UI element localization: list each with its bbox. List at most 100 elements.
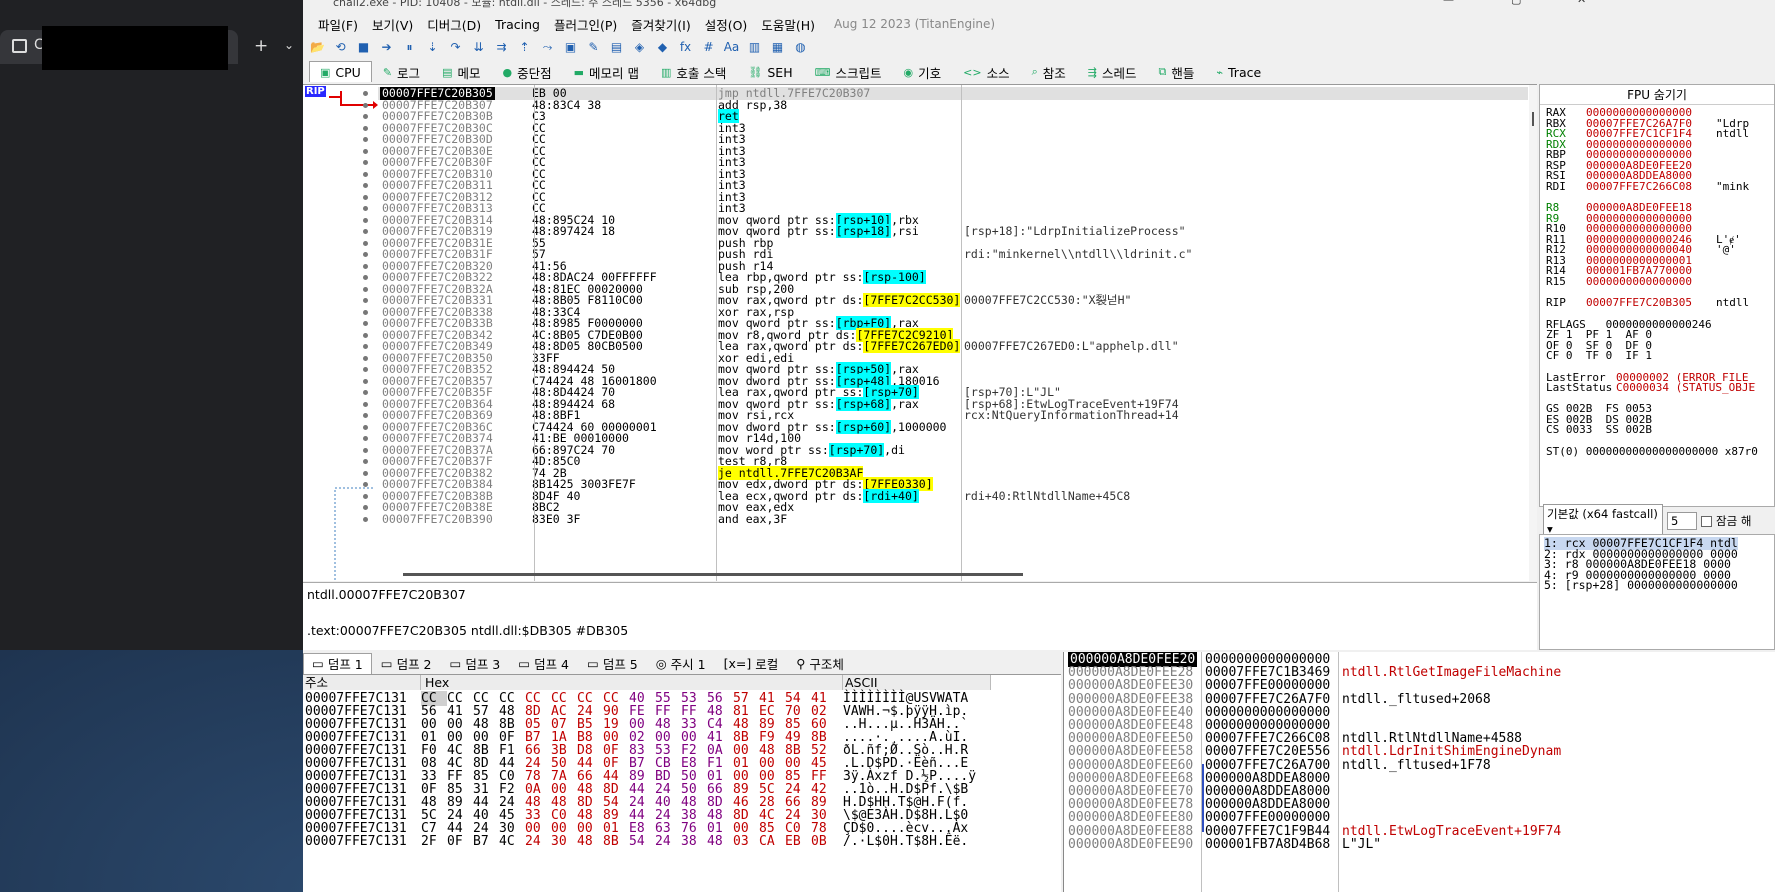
hex-byte[interactable]: 38 <box>681 834 707 849</box>
hex-byte[interactable]: 4C <box>499 834 525 849</box>
breakpoint-dot[interactable] <box>363 171 368 177</box>
breakpoint-dot[interactable] <box>363 424 368 430</box>
menu-item[interactable]: 파일(F) <box>311 15 365 34</box>
breakpoint-dot[interactable] <box>363 482 368 487</box>
hash-icon[interactable]: # <box>700 39 717 56</box>
trace-into-icon[interactable]: ⇊ <box>470 39 487 56</box>
tab-구조체[interactable]: ⚲ 구조체 <box>787 653 853 674</box>
new-tab-button[interactable]: + <box>254 36 268 56</box>
breakpoint-dot[interactable] <box>363 125 368 131</box>
menu-item[interactable]: 플러그인(P) <box>547 15 624 34</box>
breakpoint-dot[interactable] <box>363 436 368 441</box>
stack-arguments-panel[interactable]: 1: rcx 00007FFE7C1CF1F4 ntdl 2: rdx 00000… <box>1539 534 1775 650</box>
breakpoint-dot[interactable] <box>363 401 368 407</box>
tab-symbols[interactable]: ◉ 기호 <box>893 61 953 82</box>
breakpoint-dot[interactable] <box>363 217 368 223</box>
breakpoint-dot[interactable] <box>363 344 368 349</box>
breakpoint-dot[interactable] <box>363 102 368 108</box>
tab-cpu[interactable]: ▣ CPU <box>309 61 372 82</box>
breakpoint-dot[interactable] <box>363 263 368 269</box>
step-over-icon[interactable]: ↷ <box>447 39 464 56</box>
fpu-toggle-button[interactable]: FPU 숨기기 <box>1540 85 1774 105</box>
breakpoint-dot[interactable] <box>363 413 368 418</box>
comment-icon[interactable]: ▤ <box>608 39 625 56</box>
tab-memory-map[interactable]: ▬ 메모리 맵 <box>563 61 650 82</box>
tab-주시-1[interactable]: ◎ 주시 1 <box>647 653 715 674</box>
breakpoint-dot[interactable] <box>363 390 368 395</box>
hex-byte[interactable]: 48 <box>707 834 733 849</box>
breakpoint-dot[interactable] <box>363 298 368 303</box>
calling-convention-select[interactable]: 기본값 (x64 fastcall) ▾ <box>1543 504 1663 538</box>
arg-count-stepper[interactable]: 5 <box>1667 512 1697 530</box>
hex-byte[interactable]: 24 <box>525 834 551 849</box>
hex-dump-view[interactable]: 주소 Hex ASCII 00007FFE7C131 CC CC CC CC CC CC CC… <box>303 674 1061 892</box>
tab-trace[interactable]: ⌁ Trace <box>1205 61 1272 82</box>
tab-threads[interactable]: ⇶ 스레드 <box>1077 61 1148 82</box>
breakpoint-dot[interactable] <box>363 309 368 315</box>
script-icon[interactable]: ▣ <box>562 39 579 56</box>
breakpoint-dot[interactable] <box>363 160 368 165</box>
breakpoint-dot[interactable] <box>363 91 368 96</box>
stack-view[interactable]: 000000A8DE0FEE20 0000000000000000 000000A8… <box>1063 652 1775 892</box>
restart-icon[interactable]: ⟲ <box>332 39 349 56</box>
tab-notes[interactable]: ▤ 메모 <box>431 61 491 82</box>
function-icon[interactable]: fx <box>677 39 694 56</box>
tab-log[interactable]: ✎ 로그 <box>372 61 431 82</box>
breakpoint-dot[interactable] <box>363 459 368 464</box>
breakpoint-dot[interactable] <box>363 114 368 119</box>
patch-icon[interactable]: ✎ <box>585 39 602 56</box>
breakpoint-dot[interactable] <box>363 275 368 280</box>
memory-icon[interactable]: ▦ <box>769 39 786 56</box>
breakpoint-dot[interactable] <box>363 332 368 338</box>
tab-breakpoint[interactable]: ● 중단점 <box>491 61 562 82</box>
hex-byte[interactable]: 54 <box>629 834 655 849</box>
tab-덤프-4[interactable]: ▭ 덤프 4 <box>509 653 578 674</box>
step-into-icon[interactable]: ⇣ <box>424 39 441 56</box>
disassembly-view[interactable]: RIP 00007FFE7C20B305 EB 00 jmp ntdll.7FFE7… <box>303 84 1537 581</box>
tab-call-stack[interactable]: ▥ 호출 스택 <box>650 61 737 82</box>
hex-byte[interactable]: 2F <box>421 834 447 849</box>
hex-byte[interactable]: B7 <box>473 834 499 849</box>
open-icon[interactable]: 📂 <box>309 39 326 56</box>
registers-panel[interactable]: FPU 숨기기 RAX 0000000000000000 RBX 00007FFE7C… <box>1539 84 1775 507</box>
hex-byte[interactable]: EB <box>785 834 811 849</box>
tab-source[interactable]: <> 소스 <box>952 61 1020 82</box>
hex-byte[interactable]: 8B <box>603 834 629 849</box>
breakpoint-dot[interactable] <box>363 206 368 211</box>
stop-icon[interactable]: ■ <box>355 39 372 56</box>
tab-references[interactable]: ⌕ 참조 <box>1021 61 1077 82</box>
hex-byte[interactable]: 24 <box>655 834 681 849</box>
tab-덤프-5[interactable]: ▭ 덤프 5 <box>578 653 647 674</box>
globe-icon[interactable]: ◍ <box>792 39 809 56</box>
breakpoint-dot[interactable] <box>363 252 368 257</box>
breakpoint-dot[interactable] <box>363 447 368 453</box>
stack-arg-row[interactable]: 5: [rsp+28] 0000000000000000 <box>1544 579 1738 592</box>
register-value[interactable]: 00007FFE7C266C08 <box>1586 180 1692 193</box>
menu-item[interactable]: Tracing <box>488 17 547 32</box>
breakpoint-dot[interactable] <box>363 321 368 326</box>
calculator-icon[interactable]: ▥ <box>746 39 763 56</box>
register-value[interactable]: 00007FFE7C20B305 <box>1586 297 1692 309</box>
breakpoint-dot[interactable] <box>363 505 368 510</box>
font-icon[interactable]: Aa <box>723 39 740 56</box>
run-to-user-code-icon[interactable]: ⤳ <box>539 39 556 56</box>
breakpoint-dot[interactable] <box>363 470 368 476</box>
breakpoint-dot[interactable] <box>363 148 368 154</box>
register-value[interactable]: 0000000000000000 <box>1586 275 1692 288</box>
breakpoint-dot[interactable] <box>363 229 368 234</box>
breakpoint-dot[interactable] <box>363 137 368 142</box>
tab-list-chevron-icon[interactable]: ⌄ <box>284 38 294 52</box>
menu-item[interactable]: 도움말(H) <box>754 15 822 34</box>
minimize-button[interactable]: — <box>1443 0 1454 6</box>
close-button[interactable]: ✕ <box>1577 0 1586 6</box>
hex-byte[interactable]: 0B <box>811 834 837 849</box>
label-icon[interactable]: ◈ <box>631 39 648 56</box>
tab-덤프-1[interactable]: ▭ 덤프 1 <box>303 652 372 674</box>
menu-item[interactable]: 즐겨찾기(I) <box>624 15 697 34</box>
breakpoint-dot[interactable] <box>363 516 368 522</box>
breakpoint-dot[interactable] <box>363 286 368 292</box>
disasm-horizontal-scrollbar[interactable] <box>403 573 1023 576</box>
bookmark-icon[interactable]: ◆ <box>654 39 671 56</box>
tab-handles[interactable]: ⧉ 핸들 <box>1148 61 1206 82</box>
breakpoint-dot[interactable] <box>363 240 368 246</box>
